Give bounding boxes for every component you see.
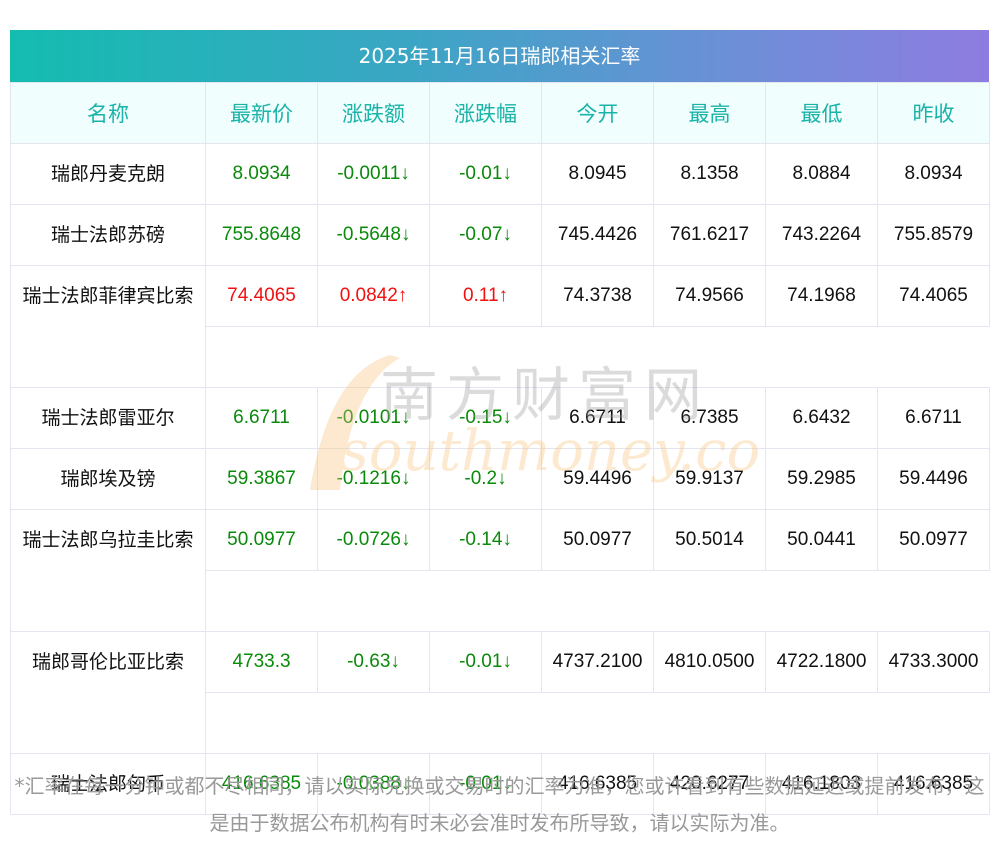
open-price: 50.0977 (541, 509, 654, 571)
currency-name: 瑞郎埃及镑 (10, 448, 206, 510)
change-amount: -0.0011↓ (317, 143, 430, 205)
latest-price: 8.0934 (205, 143, 318, 205)
column-header: 今开 (541, 82, 654, 144)
open-price: 745.4426 (541, 204, 654, 266)
latest-price: 6.6711 (205, 387, 318, 449)
table-row: 瑞士法郎苏磅 755.8648 -0.5648↓ -0.07↓ 745.4426 761.… (10, 204, 990, 266)
prev-close: 8.0934 (877, 143, 990, 205)
low-price: 743.2264 (765, 204, 878, 266)
prev-close: 755.8579 (877, 204, 990, 266)
table-row: 瑞郎哥伦比亚比索 4733.3 -0.63↓ -0.01↓ 4737.2100 4810.… (10, 631, 990, 754)
low-price: 8.0884 (765, 143, 878, 205)
table-row: 瑞郎埃及镑 59.3867 -0.1216↓ -0.2↓ 59.4496 59.9137 5… (10, 448, 990, 510)
blank-cell (205, 692, 990, 754)
change-percent: -0.15↓ (429, 387, 542, 449)
table-title: 2025年11月16日瑞郎相关汇率 (10, 30, 989, 82)
table-row: 瑞士法郎乌拉圭比索 50.0977 -0.0726↓ -0.14↓ 50.0977 50.… (10, 509, 990, 632)
latest-price: 50.0977 (205, 509, 318, 571)
latest-price: 4733.3 (205, 631, 318, 693)
table-row: 瑞郎丹麦克朗 8.0934 -0.0011↓ -0.01↓ 8.0945 8.1358 8.… (10, 143, 990, 205)
change-percent: 0.11↑ (429, 265, 542, 327)
latest-price: 74.4065 (205, 265, 318, 327)
open-price: 6.6711 (541, 387, 654, 449)
change-amount: 0.0842↑ (317, 265, 430, 327)
currency-name: 瑞士法郎菲律宾比索 (10, 265, 206, 388)
column-header: 昨收 (877, 82, 990, 144)
high-price: 8.1358 (653, 143, 766, 205)
change-amount: -0.1216↓ (317, 448, 430, 510)
currency-name: 瑞士法郎苏磅 (10, 204, 206, 266)
prev-close: 4733.3000 (877, 631, 990, 693)
open-price: 4737.2100 (541, 631, 654, 693)
low-price: 74.1968 (765, 265, 878, 327)
high-price: 59.9137 (653, 448, 766, 510)
column-header: 最低 (765, 82, 878, 144)
currency-name: 瑞士法郎乌拉圭比索 (10, 509, 206, 632)
change-percent: -0.2↓ (429, 448, 542, 510)
change-amount: -0.0726↓ (317, 509, 430, 571)
latest-price: 755.8648 (205, 204, 318, 266)
change-amount: -0.63↓ (317, 631, 430, 693)
open-price: 74.3738 (541, 265, 654, 327)
low-price: 50.0441 (765, 509, 878, 571)
table-row: 瑞士法郎雷亚尔 6.6711 -0.0101↓ -0.15↓ 6.6711 6.7385 6… (10, 387, 990, 449)
open-price: 8.0945 (541, 143, 654, 205)
prev-close: 59.4496 (877, 448, 990, 510)
low-price: 4722.1800 (765, 631, 878, 693)
header-row: 名称 最新价 涨跌额 涨跌幅 今开 最高 最低 昨收 (10, 82, 990, 144)
column-header: 最高 (653, 82, 766, 144)
currency-name: 瑞士法郎雷亚尔 (10, 387, 206, 449)
column-header: 最新价 (205, 82, 318, 144)
change-percent: -0.14↓ (429, 509, 542, 571)
column-header: 涨跌额 (317, 82, 430, 144)
change-percent: -0.07↓ (429, 204, 542, 266)
high-price: 6.7385 (653, 387, 766, 449)
prev-close: 74.4065 (877, 265, 990, 327)
currency-name: 瑞郎丹麦克朗 (10, 143, 206, 205)
change-percent: -0.01↓ (429, 631, 542, 693)
column-header: 涨跌幅 (429, 82, 542, 144)
column-header: 名称 (10, 82, 206, 144)
prev-close: 50.0977 (877, 509, 990, 571)
table-row: 瑞士法郎菲律宾比索 74.4065 0.0842↑ 0.11↑ 74.3738 74.95… (10, 265, 990, 388)
latest-price: 59.3867 (205, 448, 318, 510)
low-price: 59.2985 (765, 448, 878, 510)
change-percent: -0.01↓ (429, 143, 542, 205)
prev-close: 6.6711 (877, 387, 990, 449)
change-amount: -0.5648↓ (317, 204, 430, 266)
high-price: 74.9566 (653, 265, 766, 327)
currency-name: 瑞郎哥伦比亚比索 (10, 631, 206, 754)
blank-cell (205, 326, 990, 388)
change-amount: -0.0101↓ (317, 387, 430, 449)
rate-table: 名称 最新价 涨跌额 涨跌幅 今开 最高 最低 昨收 瑞郎丹麦克朗 8.0934 -0.0011↓… (10, 82, 990, 815)
blank-cell (205, 570, 990, 632)
open-price: 59.4496 (541, 448, 654, 510)
disclaimer-note: *汇率在每一分钟或都不尽相同，请以实际兑换或交易时的汇率为准，您或许看到有些数据… (14, 774, 985, 835)
high-price: 4810.0500 (653, 631, 766, 693)
low-price: 6.6432 (765, 387, 878, 449)
rate-table-container: 2025年11月16日瑞郎相关汇率 名称 最新价 涨跌额 涨跌幅 今开 最高 最低 昨收 瑞郎… (10, 30, 990, 815)
high-price: 50.5014 (653, 509, 766, 571)
high-price: 761.6217 (653, 204, 766, 266)
